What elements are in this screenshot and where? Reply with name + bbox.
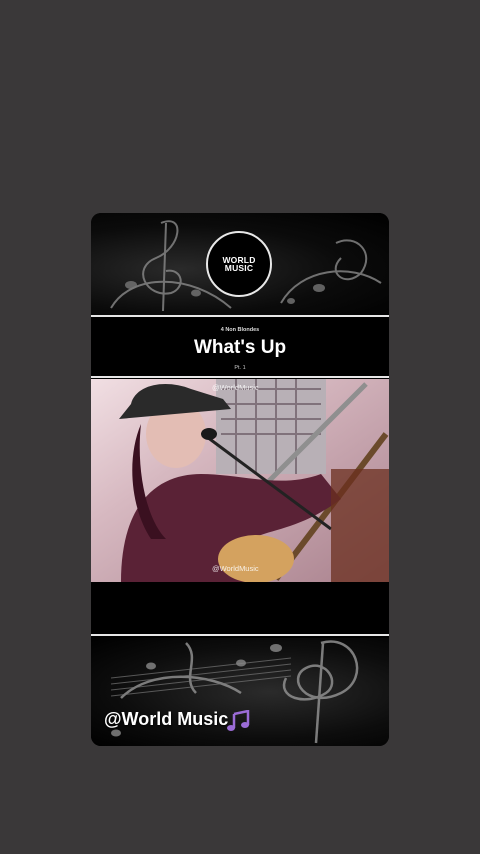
- bottom-banner: @World Music: [91, 638, 389, 746]
- music-note-icon: [227, 710, 250, 731]
- caption-area: [91, 582, 389, 634]
- divider: [91, 634, 389, 636]
- song-title: What's Up: [193, 337, 287, 358]
- performers-image: [91, 379, 389, 582]
- top-banner: WORLD MUSIC: [91, 213, 389, 315]
- world-music-logo[interactable]: WORLD MUSIC: [206, 231, 272, 297]
- artist-name: 4 Non Blondes: [220, 327, 260, 333]
- part-label: Pt. 1: [234, 365, 246, 371]
- video-watermark: @WorldMusic: [212, 564, 259, 573]
- logo-text: WORLD MUSIC: [222, 254, 256, 273]
- title-panel: 4 Non Blondes What's Up Pt. 1: [91, 318, 389, 376]
- video-watermark: @WorldMusic: [212, 383, 259, 392]
- divider: [91, 315, 389, 317]
- story-card[interactable]: WORLD MUSIC 4 Non Blondes What's Up Pt. …: [91, 213, 389, 746]
- music-video[interactable]: @WorldMusic @WorldMusic: [91, 379, 389, 582]
- account-handle[interactable]: @World Music: [104, 709, 228, 730]
- divider: [91, 376, 389, 378]
